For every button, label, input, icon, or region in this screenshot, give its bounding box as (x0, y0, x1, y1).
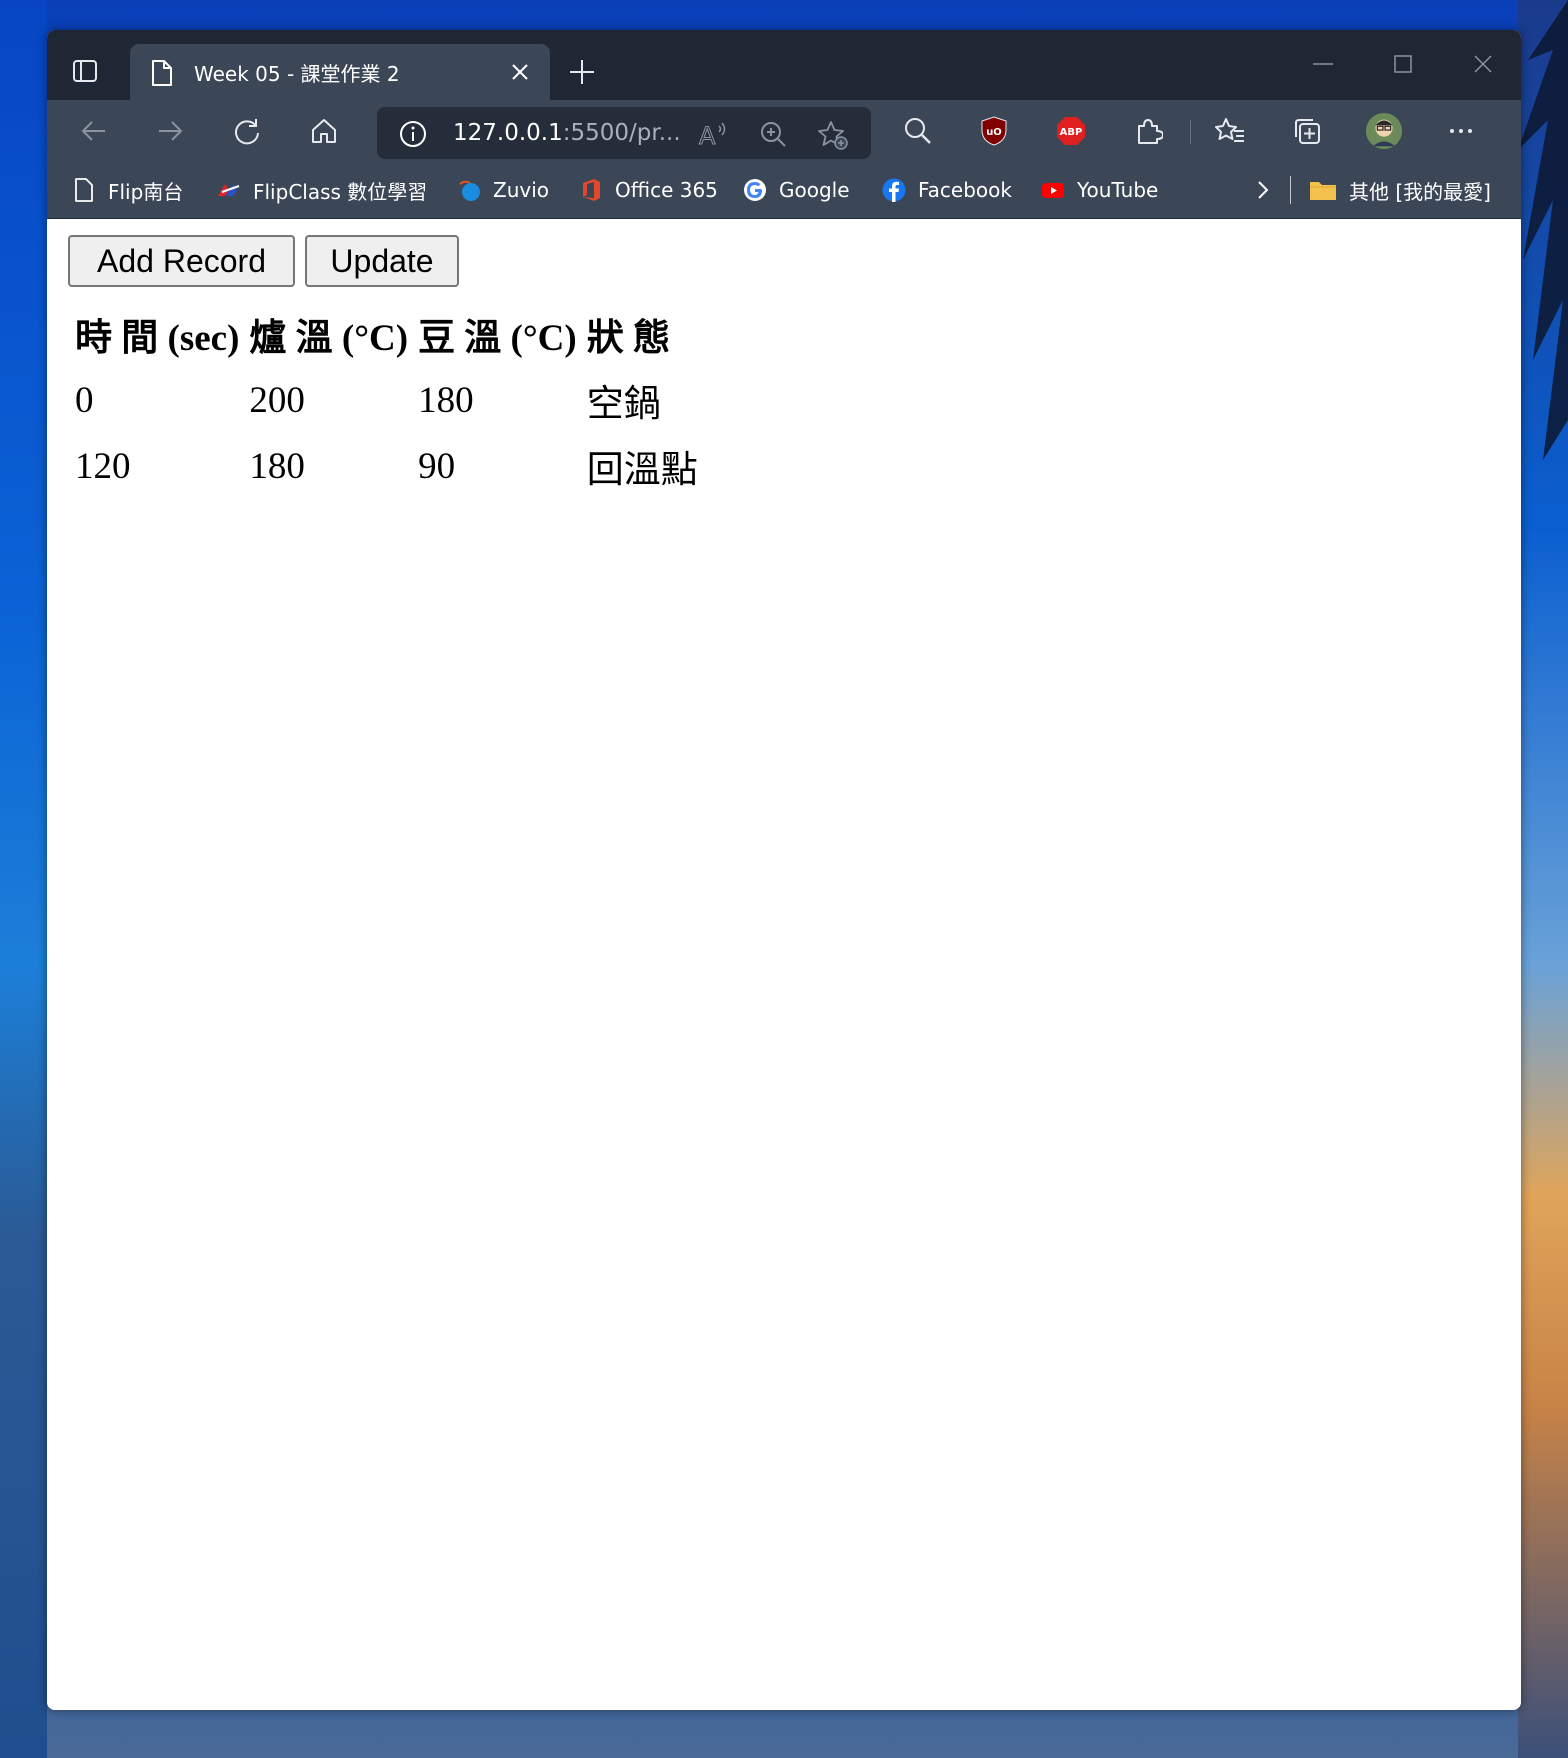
forward-arrow-icon (159, 121, 183, 141)
cell-time: 0 (75, 379, 94, 421)
puzzle-icon (1138, 119, 1163, 144)
address-bar[interactable]: 127.0.0.1:5500/pr... A (377, 107, 871, 159)
table-row: 0 200 180 空鍋 (73, 370, 700, 430)
cell-bean-temp: 180 (418, 379, 474, 421)
cell-bean-temp: 90 (418, 445, 456, 487)
youtube-icon (1042, 183, 1064, 198)
other-favorites-folder[interactable]: 其他 [我的最愛] (1309, 176, 1491, 204)
address-path: :5500/pr... (562, 120, 681, 146)
bookmarks-divider (1290, 176, 1291, 204)
bookmark-label: Office 365 (615, 178, 718, 202)
address-host: 127.0.0.1 (453, 120, 563, 146)
desktop-background-right (1518, 0, 1568, 1758)
search-button[interactable] (899, 112, 937, 150)
ublock-label: uO (986, 127, 1002, 138)
flipclass-icon (218, 184, 240, 196)
favorites-icon (1215, 118, 1244, 142)
bookmark-flip-nantai[interactable]: Flip南台 (72, 176, 183, 204)
back-button[interactable] (75, 112, 113, 150)
favorites-bar: Flip南台 FlipClass 數位學習 Zuvio Office 365 G… (47, 162, 1521, 219)
zoom-icon[interactable] (759, 120, 787, 148)
favorites-button[interactable] (1211, 112, 1249, 150)
collections-icon (1295, 119, 1320, 144)
header-bean-temp: 豆 溫 (°C) (418, 318, 577, 359)
site-info-icon[interactable] (399, 120, 427, 148)
tab-title: Week 05 - 課堂作業 2 (194, 62, 400, 86)
bookmark-label: Flip南台 (108, 179, 184, 204)
cell-oven-temp: 200 (249, 379, 305, 421)
cell-status: 空鍋 (586, 384, 661, 425)
chevron-right-icon[interactable] (1253, 180, 1273, 200)
desktop-background-left (0, 0, 47, 1758)
maximize-icon[interactable] (1391, 52, 1415, 76)
add-favorite-icon[interactable] (817, 119, 849, 151)
table-row: 120 180 90 回溫點 (73, 436, 700, 496)
page-icon (75, 178, 93, 202)
cell-time: 120 (75, 445, 131, 487)
refresh-icon (235, 119, 259, 145)
bookmark-label: Facebook (918, 178, 1012, 202)
adblock-plus-icon: ABP (1057, 117, 1085, 145)
tab-active[interactable]: Week 05 - 課堂作業 2 (130, 44, 550, 100)
settings-menu-button[interactable] (1442, 112, 1480, 150)
header-status: 狀 態 (586, 318, 670, 359)
toolbar-divider (1190, 120, 1191, 144)
facebook-icon (882, 178, 906, 202)
profile-button[interactable] (1365, 112, 1403, 150)
refresh-button[interactable] (228, 112, 266, 150)
address-text: 127.0.0.1:5500/pr... (453, 120, 681, 146)
avatar (1365, 112, 1403, 150)
bookmark-label: Zuvio (493, 178, 550, 202)
bookmark-zuvio[interactable]: Zuvio (457, 176, 549, 204)
close-tab-icon[interactable] (510, 62, 530, 82)
cell-oven-temp: 180 (249, 445, 305, 487)
forward-button[interactable] (151, 112, 189, 150)
back-arrow-icon (81, 121, 105, 141)
office-icon (583, 179, 600, 201)
bookmark-youtube[interactable]: YouTube (1041, 176, 1158, 204)
close-window-icon[interactable] (1471, 52, 1495, 76)
table-header-row: 時 間 (sec) 爐 溫 (°C) 豆 溫 (°C) 狀 態 (73, 304, 700, 364)
add-record-button[interactable]: Add Record (68, 235, 295, 287)
navigation-toolbar: 127.0.0.1:5500/pr... A uO ABP (47, 100, 1521, 162)
tab-strip: Week 05 - 課堂作業 2 (47, 30, 1521, 100)
extensions-button[interactable] (1129, 112, 1167, 150)
google-icon (744, 179, 766, 201)
bookmark-flipclass[interactable]: FlipClass 數位學習 (217, 176, 427, 204)
more-options-icon (1450, 129, 1472, 133)
home-button[interactable] (305, 112, 343, 150)
abp-label: ABP (1060, 127, 1083, 138)
page-icon (152, 60, 172, 86)
search-icon (905, 118, 931, 144)
header-oven-temp: 爐 溫 (°C) (249, 318, 409, 359)
browser-window: Week 05 - 課堂作業 2 127.0.0.1:5500/pr... A … (47, 30, 1521, 1710)
page-content: Add Record Update 時 間 (sec) 爐 溫 (°C) 豆 溫… (47, 219, 1521, 1710)
adblock-plus-button[interactable]: ABP (1052, 112, 1090, 150)
collections-button[interactable] (1288, 112, 1326, 150)
new-tab-icon[interactable] (567, 57, 597, 87)
ublock-extension-button[interactable]: uO (975, 112, 1013, 150)
tab-actions-icon[interactable] (71, 57, 99, 85)
bookmark-label: FlipClass 數位學習 (253, 179, 428, 204)
bookmark-label: Google (779, 178, 850, 202)
other-favorites-label: 其他 [我的最愛] (1349, 179, 1491, 204)
bookmark-label: YouTube (1077, 178, 1159, 202)
minimize-icon[interactable] (1311, 52, 1335, 76)
folder-icon (1310, 182, 1336, 200)
read-aloud-icon[interactable]: A (697, 120, 727, 148)
bookmark-office365[interactable]: Office 365 (579, 176, 718, 204)
svg-text:A: A (699, 122, 716, 148)
bookmark-google[interactable]: Google (743, 176, 850, 204)
cell-status: 回溫點 (586, 450, 698, 491)
ublock-icon: uO (981, 116, 1007, 146)
zuvio-icon (459, 180, 480, 201)
records-table: 時 間 (sec) 爐 溫 (°C) 豆 溫 (°C) 狀 態 0 200 18… (67, 298, 706, 502)
home-icon (312, 119, 336, 143)
update-button[interactable]: Update (305, 235, 459, 287)
bookmark-facebook[interactable]: Facebook (882, 176, 1012, 204)
header-time: 時 間 (sec) (75, 318, 240, 359)
